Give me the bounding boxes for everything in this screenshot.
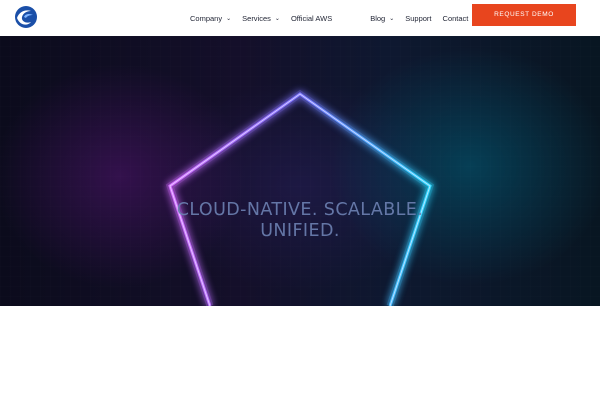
nav-support-label: Support bbox=[405, 13, 432, 23]
chevron-down-icon: ⌄ bbox=[389, 15, 395, 22]
nav-official-aws-label: Official AWS bbox=[290, 13, 333, 23]
nav-blog[interactable]: Blog ⌄ bbox=[370, 14, 394, 23]
nav-contact-label: Contact bbox=[442, 13, 469, 23]
neon-pentagon-icon bbox=[0, 36, 600, 306]
hero-banner: CLOUD-NATIVE. SCALABLE. UNIFIED. bbox=[0, 36, 600, 306]
chevron-down-icon: ⌄ bbox=[226, 15, 232, 22]
chevron-down-icon: ⌄ bbox=[274, 15, 280, 22]
request-demo-label: REQUEST DEMO bbox=[494, 11, 554, 18]
nav-support[interactable]: Support bbox=[405, 14, 431, 23]
nav-services[interactable]: Services ⌄ bbox=[242, 14, 280, 23]
company-logo-icon[interactable] bbox=[14, 5, 38, 29]
site-header: Company ⌄ Services ⌄ Official AWS Blog ⌄… bbox=[0, 0, 600, 36]
nav-services-label: Services bbox=[242, 13, 271, 23]
hero-headline: CLOUD-NATIVE. SCALABLE. UNIFIED. bbox=[150, 200, 450, 242]
nav-official-aws[interactable]: Official AWS bbox=[291, 14, 332, 23]
hero-headline-line2: UNIFIED. bbox=[260, 221, 340, 241]
hero-headline-line1: CLOUD-NATIVE. SCALABLE. bbox=[176, 200, 424, 220]
main-nav: Company ⌄ Services ⌄ Official AWS Blog ⌄… bbox=[190, 0, 468, 36]
nav-company-label: Company bbox=[190, 13, 223, 23]
nav-blog-label: Blog bbox=[370, 13, 386, 23]
request-demo-button[interactable]: REQUEST DEMO bbox=[472, 4, 576, 26]
nav-company[interactable]: Company ⌄ bbox=[190, 14, 231, 23]
nav-contact[interactable]: Contact bbox=[443, 14, 469, 23]
